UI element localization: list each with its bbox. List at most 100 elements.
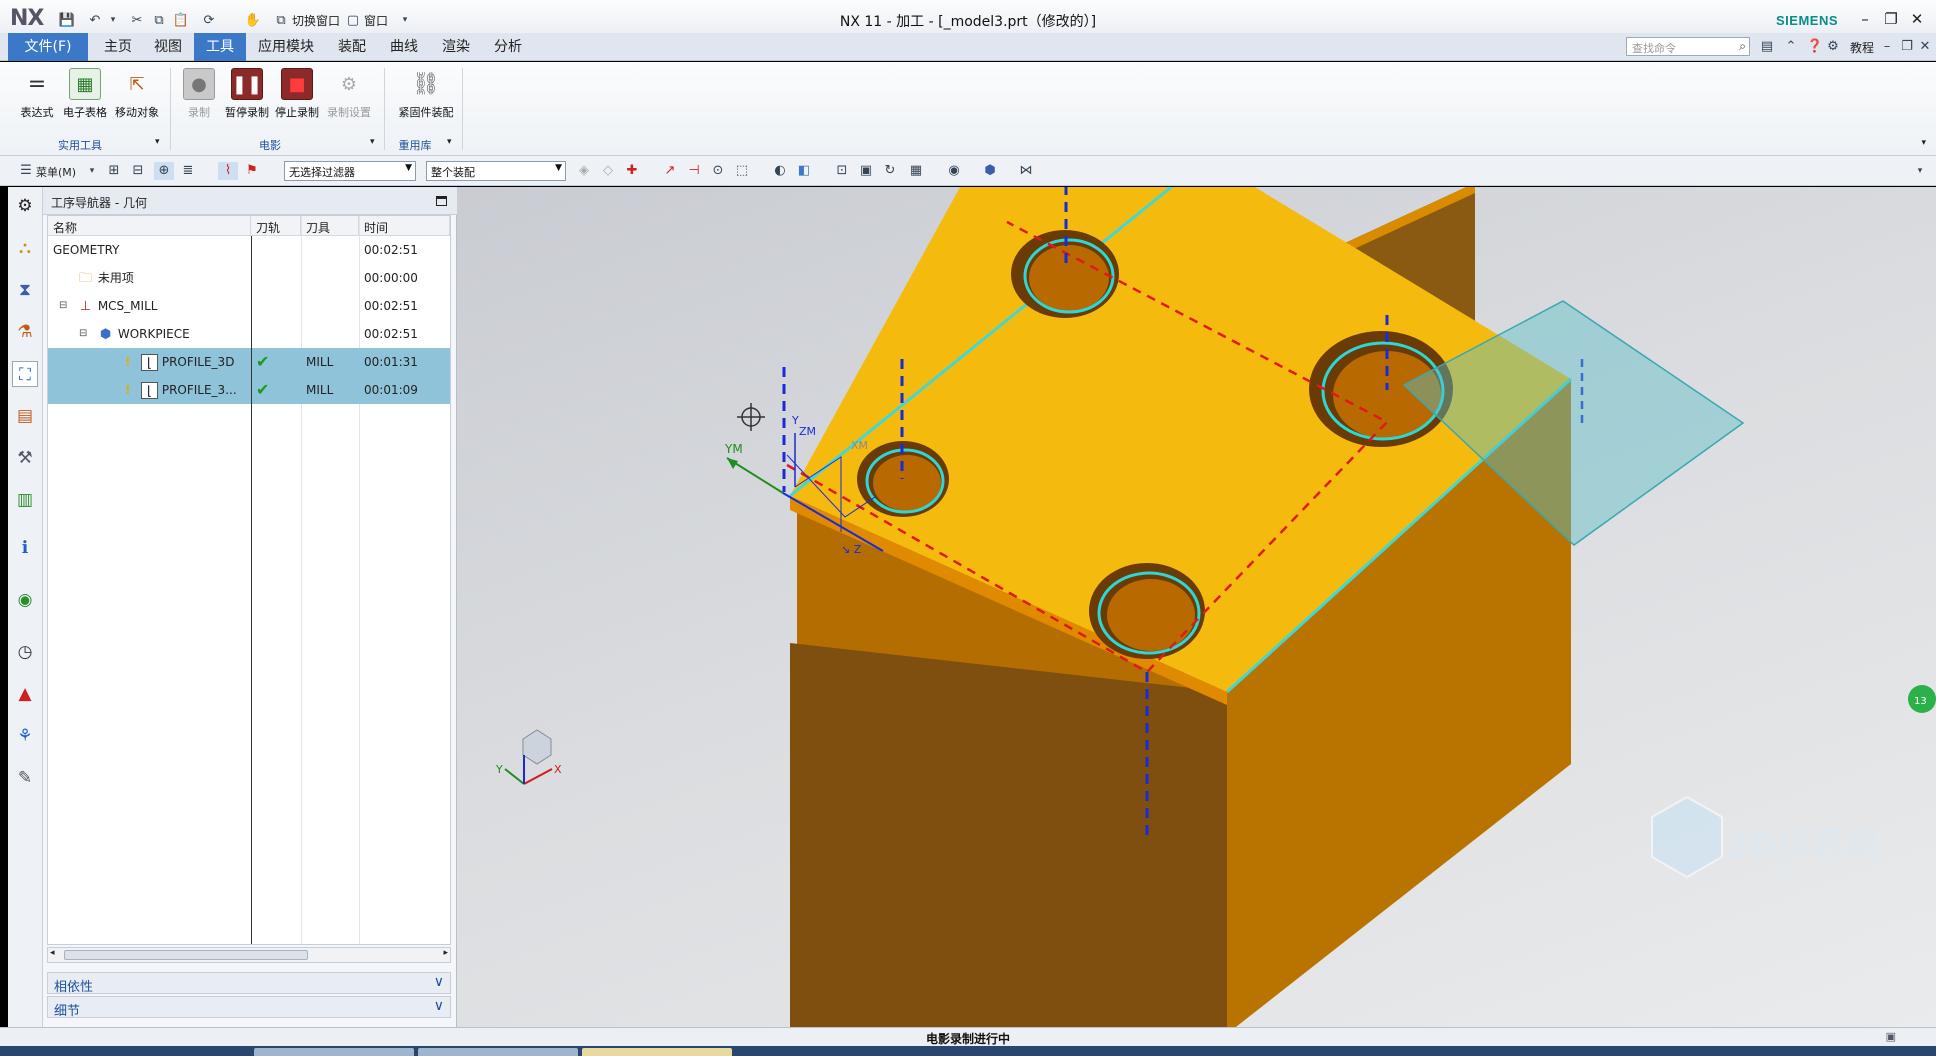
tree-row-mcs-mill[interactable]: ⊟ ⊥ MCS_MILL 00:02:51 xyxy=(48,292,450,320)
tree-row-profile-3d-copy[interactable]: ! ⌊ PROFILE_3... ✔ MILL 00:01:09 xyxy=(48,376,450,404)
scroll-right-icon[interactable]: ▸ xyxy=(443,948,448,958)
layout-icon[interactable]: ▤ xyxy=(1758,38,1776,56)
shaded-icon[interactable]: ◐ xyxy=(770,162,790,180)
restore-button[interactable]: ❐ xyxy=(1880,8,1902,30)
scroll-left-icon[interactable]: ◂ xyxy=(50,948,55,958)
horizontal-scrollbar[interactable]: ◂ ▸ xyxy=(47,947,451,963)
program-order-view-icon[interactable]: ⛬ xyxy=(12,235,38,261)
ribbon-options-icon[interactable]: ▾ xyxy=(1921,138,1926,148)
generate-icon[interactable]: ⚑ xyxy=(242,162,262,180)
column-header-path[interactable]: 刀轨 xyxy=(251,216,301,236)
column-header-name[interactable]: 名称 xyxy=(48,216,251,236)
collapse-toggle-icon[interactable]: ⊟ xyxy=(54,292,67,320)
tree-row-workpiece[interactable]: ⊟ ⬢ WORKPIECE 00:02:51 xyxy=(48,320,450,348)
group-movie-dropdown-icon[interactable]: ▾ xyxy=(370,137,375,147)
tree-row-unused-items[interactable]: 🗀 未用项 00:00:00 xyxy=(48,264,450,292)
toolbar-options-icon[interactable]: ▾ xyxy=(1910,162,1930,180)
spreadsheet-button[interactable]: ▦ 电子表格 xyxy=(56,66,114,132)
taskbar-item-active[interactable] xyxy=(582,1048,732,1056)
info-icon[interactable]: ℹ xyxy=(12,535,38,561)
tab-application[interactable]: 应用模块 xyxy=(246,33,326,61)
method-view-icon[interactable]: ⚗ xyxy=(12,319,38,345)
machine-tool-view-icon[interactable]: ⧗ xyxy=(12,277,38,303)
taskbar-item[interactable] xyxy=(254,1048,414,1056)
recording-settings-button[interactable]: ⚙ 录制设置 xyxy=(320,66,378,132)
tutorial-icon[interactable]: ⚙ xyxy=(1824,38,1842,56)
collapse-ribbon-icon[interactable]: ⌃ xyxy=(1782,38,1800,56)
web-browser-icon[interactable]: ◉ xyxy=(12,587,38,613)
tree-row-profile-3d[interactable]: ! ⌊ PROFILE_3D ✔ MILL 00:01:31 xyxy=(48,348,450,376)
tree-icon[interactable]: ⊞ xyxy=(104,162,124,180)
geometry-view-icon[interactable]: ⊕ xyxy=(154,162,174,180)
fit-icon[interactable]: ⊡ xyxy=(832,162,852,180)
part-restore-button[interactable]: ❐ xyxy=(1898,38,1916,56)
orient-view-icon[interactable]: ▦ xyxy=(906,162,926,180)
model-view[interactable]: YM ↘ Z ZM Y XM Y X 3D世界网 WWW.3DSJW.COM 1… xyxy=(457,187,1936,1027)
group-utilities-dropdown-icon[interactable]: ▾ xyxy=(155,137,160,147)
assembly-scope-select[interactable]: 整个装配 ▼ xyxy=(426,161,566,181)
assembly-navigator-icon[interactable]: ▤ xyxy=(12,403,38,429)
tab-file[interactable]: 文件(F) xyxy=(8,33,88,61)
reuse-library-icon[interactable]: ▥ xyxy=(12,487,38,513)
hierarchy-icon[interactable]: ⊟ xyxy=(128,162,148,180)
operation-navigator-icon[interactable]: ⛶ xyxy=(12,361,38,387)
command-search-input[interactable]: 查找命令 ⌕ xyxy=(1626,37,1750,56)
midpoint-icon[interactable]: ⊣ xyxy=(684,162,704,180)
help-icon[interactable]: ❓ xyxy=(1806,38,1824,56)
tab-render[interactable]: 渲染 xyxy=(430,33,482,61)
toolpath-icon[interactable]: ⌇ xyxy=(218,162,238,180)
details-panel[interactable]: 细节 ∨ xyxy=(47,996,451,1019)
select-all-icon[interactable]: ◈ xyxy=(574,162,594,180)
minimize-button[interactable]: – xyxy=(1854,8,1876,30)
view-triad-icon[interactable]: Y X xyxy=(495,729,562,785)
endpoint-icon[interactable]: ↗ xyxy=(660,162,680,180)
zoom-icon[interactable]: ▣ xyxy=(856,162,876,180)
edit-section-icon[interactable]: ⋈ xyxy=(1016,162,1036,180)
assembly-scope-value: 整个装配 xyxy=(431,166,475,179)
rotate-icon[interactable]: ↻ xyxy=(880,162,900,180)
part-navigator-icon[interactable]: ⚒ xyxy=(12,445,38,471)
maximize-icon[interactable] xyxy=(436,196,447,206)
stop-recording-button[interactable]: ■ 停止录制 xyxy=(268,66,326,132)
render-style-icon[interactable]: ◉ xyxy=(944,162,964,180)
column-header-tool[interactable]: 刀具 xyxy=(301,216,359,236)
scrollbar-thumb[interactable] xyxy=(64,950,308,960)
move-object-button[interactable]: ⇱ 移动对象 xyxy=(108,66,166,132)
part-minimize-button[interactable]: – xyxy=(1878,38,1896,56)
column-header-time[interactable]: 时间 xyxy=(359,216,450,236)
tab-assembly[interactable]: 装配 xyxy=(326,33,378,61)
tab-view[interactable]: 视图 xyxy=(142,33,194,61)
close-button[interactable]: ✕ xyxy=(1906,8,1928,30)
history-icon[interactable]: ◷ xyxy=(12,639,38,665)
center-point-icon[interactable]: ⊙ xyxy=(708,162,728,180)
selection-filter-select[interactable]: 无选择过滤器 ▼ xyxy=(284,161,416,181)
box-select-icon[interactable]: ⬚ xyxy=(732,162,752,180)
tab-curve[interactable]: 曲线 xyxy=(378,33,430,61)
fastener-assembly-button[interactable]: ⛓ 紧固件装配 xyxy=(394,66,458,132)
view-cube-icon[interactable]: ⬢ xyxy=(980,162,1000,180)
deselect-icon[interactable]: ◇ xyxy=(598,162,618,180)
graphics-window[interactable]: YM ↘ Z ZM Y XM Y X 3D世界网 WWW.3DSJW.COM 1… xyxy=(457,187,1936,1027)
gear-icon[interactable]: ⚙ xyxy=(12,193,38,219)
machining-method-icon[interactable]: ≣ xyxy=(178,162,198,180)
dependencies-panel[interactable]: 相依性 ∨ xyxy=(47,972,451,995)
role-icon[interactable]: ✎ xyxy=(12,765,38,791)
tree-row-geometry[interactable]: GEOMETRY 00:02:51 xyxy=(48,236,450,264)
tab-analysis[interactable]: 分析 xyxy=(482,33,534,61)
group-reuse-dropdown-icon[interactable]: ▾ xyxy=(447,137,452,147)
part-close-button[interactable]: ✕ xyxy=(1916,38,1934,56)
taskbar-item[interactable] xyxy=(418,1048,578,1056)
solid-icon[interactable]: ◧ xyxy=(794,162,814,180)
menu-button[interactable]: 菜单(M) xyxy=(36,164,76,180)
system-materials-icon[interactable]: ⚘ xyxy=(12,723,38,749)
tab-home[interactable]: 主页 xyxy=(92,33,144,61)
tab-tools[interactable]: 工具 xyxy=(194,33,246,61)
collapse-toggle-icon[interactable]: ⊟ xyxy=(74,320,87,348)
menu-dropdown-icon[interactable]: ▾ xyxy=(82,162,102,180)
status-window-icon[interactable]: ▣ xyxy=(1886,1030,1896,1043)
process-studio-icon[interactable]: ▲ xyxy=(12,681,38,707)
tutorial-button[interactable]: 教程 xyxy=(1850,39,1874,56)
snap-point-icon[interactable]: ✚ xyxy=(622,162,642,180)
notification-badge[interactable]: 13 xyxy=(1908,685,1936,713)
search-icon[interactable]: ⌕ xyxy=(1739,39,1746,54)
